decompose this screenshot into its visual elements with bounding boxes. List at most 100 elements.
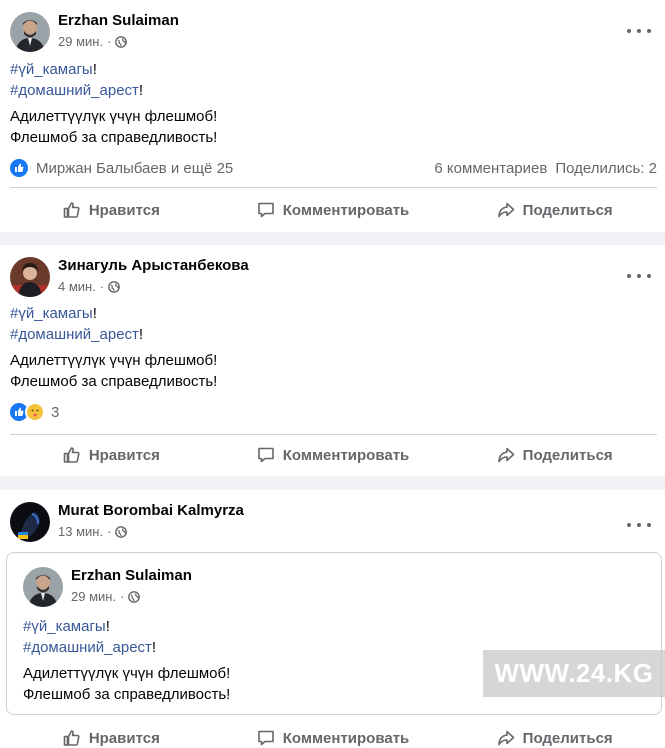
- comment-icon: [257, 447, 274, 463]
- more-icon: [627, 520, 651, 530]
- like-label: Нравится: [88, 201, 160, 219]
- hashtag-line: #үй_камагы!: [10, 61, 97, 78]
- globe-icon: [115, 35, 128, 48]
- avatar[interactable]: [23, 567, 63, 607]
- author-name[interactable]: Зинагуль Арыстанбекова: [58, 257, 249, 274]
- exclamation: !: [138, 326, 144, 343]
- meta-separator: ·: [99, 279, 105, 294]
- more-icon: [627, 26, 651, 36]
- author-name[interactable]: Erzhan Sulaiman: [58, 12, 179, 29]
- globe-icon: [128, 590, 141, 603]
- reactions-bar: Миржан Балыбаев и ещё 25 6 комментариев …: [10, 156, 657, 180]
- post-time[interactable]: 13 мин.: [58, 524, 103, 539]
- hashtag-line: #домашний_арест!: [10, 326, 143, 343]
- post-text-line: Адилеттүүлүк үчүн флешмоб!: [10, 108, 218, 125]
- comment-button[interactable]: Комментировать: [222, 720, 444, 748]
- post-2: Зинагуль Арыстанбекова 4 мин. · #үй_кама…: [0, 245, 665, 476]
- post-time[interactable]: 29 мин.: [58, 34, 103, 49]
- share-label: Поделиться: [522, 729, 613, 747]
- hashtag-line: #домашний_арест!: [10, 82, 143, 99]
- post-text-line: Флешмоб за справедливость!: [10, 129, 218, 146]
- post-1: Erzhan Sulaiman 29 мин. · #үй_камагы! #д…: [0, 0, 665, 232]
- reactions-bar: 3: [10, 400, 657, 424]
- like-button[interactable]: Нравится: [0, 437, 222, 473]
- globe-icon: [108, 280, 121, 293]
- post-header: Зинагуль Арыстанбекова 4 мин. ·: [10, 255, 610, 297]
- more-options-button[interactable]: [625, 18, 653, 38]
- comment-button[interactable]: Комментировать: [222, 192, 444, 228]
- meta-separator: ·: [107, 34, 112, 49]
- post-time[interactable]: 4 мин.: [58, 279, 96, 294]
- post-header: Erzhan Sulaiman 29 мин. ·: [10, 10, 610, 52]
- reaction-names[interactable]: Миржан Балыбаев и ещё 25: [36, 160, 233, 177]
- action-bar: Нравится Комментировать Поделиться: [0, 437, 665, 473]
- more-options-button[interactable]: [625, 508, 653, 528]
- comment-button[interactable]: Комментировать: [222, 437, 444, 473]
- hashtag-line: #үй_камагы!: [23, 618, 110, 635]
- post-meta: 29 мин. ·: [71, 589, 141, 604]
- comment-label: Комментировать: [282, 201, 410, 219]
- post-text-line: Адилеттүүлүк үчүн флешмоб!: [23, 665, 231, 682]
- action-bar: Нравится Комментировать Поделиться: [0, 720, 665, 748]
- care-reaction-icon[interactable]: [25, 402, 45, 422]
- share-button[interactable]: Поделиться: [443, 720, 665, 748]
- meta-separator: ·: [107, 524, 112, 539]
- hashtag-link[interactable]: #домашний_арест: [10, 82, 139, 99]
- exclamation: !: [138, 82, 144, 99]
- like-label: Нравится: [88, 729, 160, 747]
- divider: [10, 434, 657, 435]
- hashtag-link[interactable]: #домашний_арест: [23, 639, 152, 656]
- post-meta: 4 мин. ·: [58, 279, 121, 294]
- avatar[interactable]: [10, 257, 50, 297]
- share-icon: [497, 447, 514, 463]
- shared-post-header: Erzhan Sulaiman 29 мин. ·: [23, 565, 623, 607]
- thumbs-up-icon: [63, 730, 80, 746]
- share-button[interactable]: Поделиться: [443, 192, 665, 228]
- comment-icon: [257, 202, 274, 218]
- post-text-line: Адилеттүүлүк үчүн флешмоб!: [10, 352, 218, 369]
- action-bar: Нравится Комментировать Поделиться: [0, 192, 665, 228]
- share-label: Поделиться: [522, 446, 613, 464]
- post-meta: 13 мин. ·: [58, 524, 128, 539]
- share-icon: [497, 730, 514, 746]
- author-name[interactable]: Erzhan Sulaiman: [71, 567, 192, 584]
- exclamation: !: [151, 639, 157, 656]
- divider: [10, 187, 657, 188]
- share-icon: [497, 202, 514, 218]
- hashtag-line: #үй_камагы!: [10, 305, 97, 322]
- share-button[interactable]: Поделиться: [443, 437, 665, 473]
- exclamation: !: [105, 618, 110, 635]
- hashtag-line: #домашний_арест!: [23, 639, 156, 656]
- comment-label: Комментировать: [282, 729, 410, 747]
- share-label: Поделиться: [522, 201, 613, 219]
- comments-count[interactable]: 6 комментариев: [434, 160, 547, 177]
- thumbs-up-icon: [63, 202, 80, 218]
- comment-label: Комментировать: [282, 446, 410, 464]
- like-reaction-icon[interactable]: [10, 159, 28, 177]
- avatar[interactable]: [10, 502, 50, 542]
- hashtag-link[interactable]: #үй_камагы: [23, 618, 106, 635]
- more-icon: [627, 271, 651, 281]
- globe-icon: [115, 525, 128, 538]
- hashtag-link[interactable]: #үй_камагы: [10, 61, 93, 78]
- watermark: WWW.24.KG: [483, 650, 665, 697]
- exclamation: !: [92, 61, 97, 78]
- shares-count[interactable]: Поделились: 2: [555, 160, 657, 177]
- thumbs-up-icon: [63, 447, 80, 463]
- post-text-line: Флешмоб за справедливость!: [10, 373, 218, 390]
- post-header: Murat Borombai Kalmyrza 13 мин. ·: [10, 500, 610, 542]
- post-3: Murat Borombai Kalmyrza 13 мин. · Erzhan…: [0, 490, 665, 748]
- avatar[interactable]: [10, 12, 50, 52]
- like-button[interactable]: Нравится: [0, 192, 222, 228]
- comment-icon: [257, 730, 274, 746]
- author-name[interactable]: Murat Borombai Kalmyrza: [58, 502, 244, 519]
- reaction-count[interactable]: 3: [51, 404, 59, 421]
- post-meta: 29 мин. ·: [58, 34, 128, 49]
- exclamation: !: [92, 305, 97, 322]
- like-button[interactable]: Нравится: [0, 720, 222, 748]
- more-options-button[interactable]: [625, 263, 653, 283]
- hashtag-link[interactable]: #домашний_арест: [10, 326, 139, 343]
- post-time[interactable]: 29 мин.: [71, 589, 116, 604]
- hashtag-link[interactable]: #үй_камагы: [10, 305, 93, 322]
- like-label: Нравится: [88, 446, 160, 464]
